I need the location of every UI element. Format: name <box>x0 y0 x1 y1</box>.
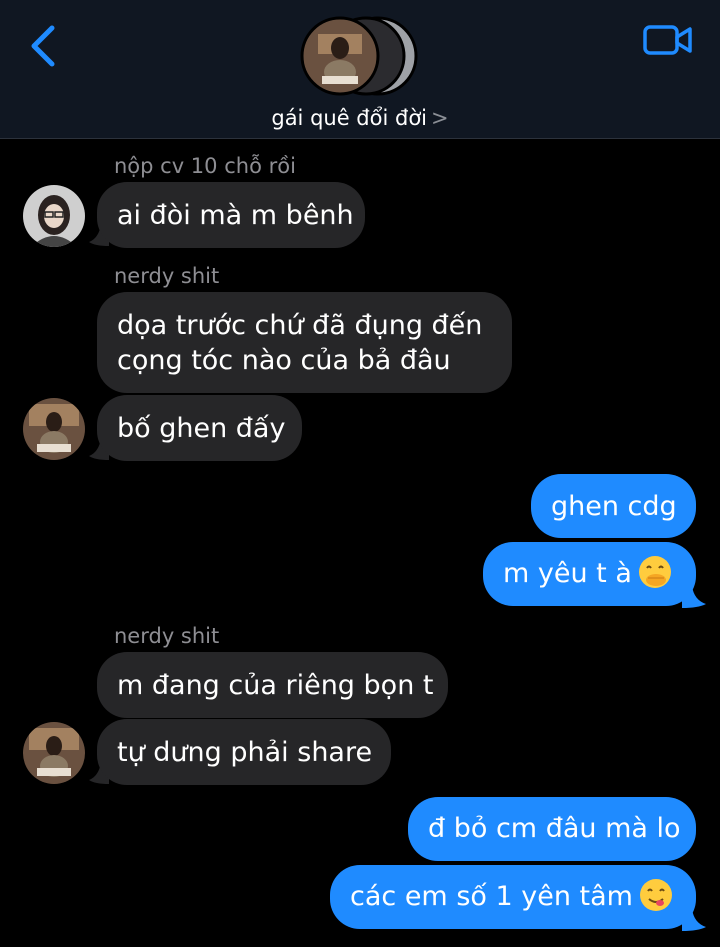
video-camera-icon[interactable] <box>640 22 696 58</box>
message-text: m yêu t à <box>503 558 632 589</box>
message-bubble-outgoing[interactable]: m yêu t à <box>483 542 696 606</box>
face-savoring-food-emoji-icon <box>639 878 672 911</box>
chevron-left-icon[interactable] <box>24 24 64 68</box>
message-bubble-incoming[interactable]: bố ghen đấy <box>97 395 302 461</box>
message-text: các em số 1 yên tâm <box>350 881 633 912</box>
group-name: gái quê đổi đời <box>271 106 428 130</box>
bubble-tail <box>682 586 706 608</box>
group-avatar[interactable] <box>298 14 422 98</box>
message-text: tự dưng phải share <box>117 737 373 768</box>
message-text: ghen cdg <box>551 491 677 522</box>
sender-name: nerdy shit <box>114 624 220 648</box>
message-bubble-outgoing[interactable]: đ bỏ cm đâu mà lo <box>408 797 696 861</box>
message-bubble-incoming[interactable]: m đang của riêng bọn t <box>97 652 448 718</box>
bubble-tail <box>682 909 706 931</box>
message-bubble-incoming[interactable]: dọa trước chứ đã đụng đến cọng tóc nào c… <box>97 292 512 393</box>
avatar[interactable] <box>23 185 85 247</box>
message-text: cọng tóc nào của bả đâu <box>117 345 451 376</box>
face-with-hand-over-mouth-emoji-icon <box>638 555 671 588</box>
chevron-right-icon: > <box>431 106 449 130</box>
sender-name: nerdy shit <box>114 264 220 288</box>
message-bubble-incoming[interactable]: tự dưng phải share <box>97 719 391 785</box>
avatar[interactable] <box>23 398 85 460</box>
conversation-header: gái quê đổi đời > <box>0 0 720 139</box>
message-text: bố ghen đấy <box>117 413 286 444</box>
avatar[interactable] <box>23 722 85 784</box>
message-text: dọa trước chứ đã đụng đến <box>117 310 483 341</box>
message-bubble-outgoing[interactable]: các em số 1 yên tâm <box>330 865 696 929</box>
message-text: ai đòi mà m bênh <box>117 200 354 231</box>
message-bubble-outgoing[interactable]: ghen cdg <box>531 474 696 538</box>
sender-name: nộp cv 10 chỗ rồi <box>114 154 296 178</box>
message-bubble-incoming[interactable]: ai đòi mà m bênh <box>97 182 365 248</box>
message-text: đ bỏ cm đâu mà lo <box>428 813 681 844</box>
message-text: m đang của riêng bọn t <box>117 670 434 701</box>
group-title[interactable]: gái quê đổi đời > <box>0 106 720 130</box>
